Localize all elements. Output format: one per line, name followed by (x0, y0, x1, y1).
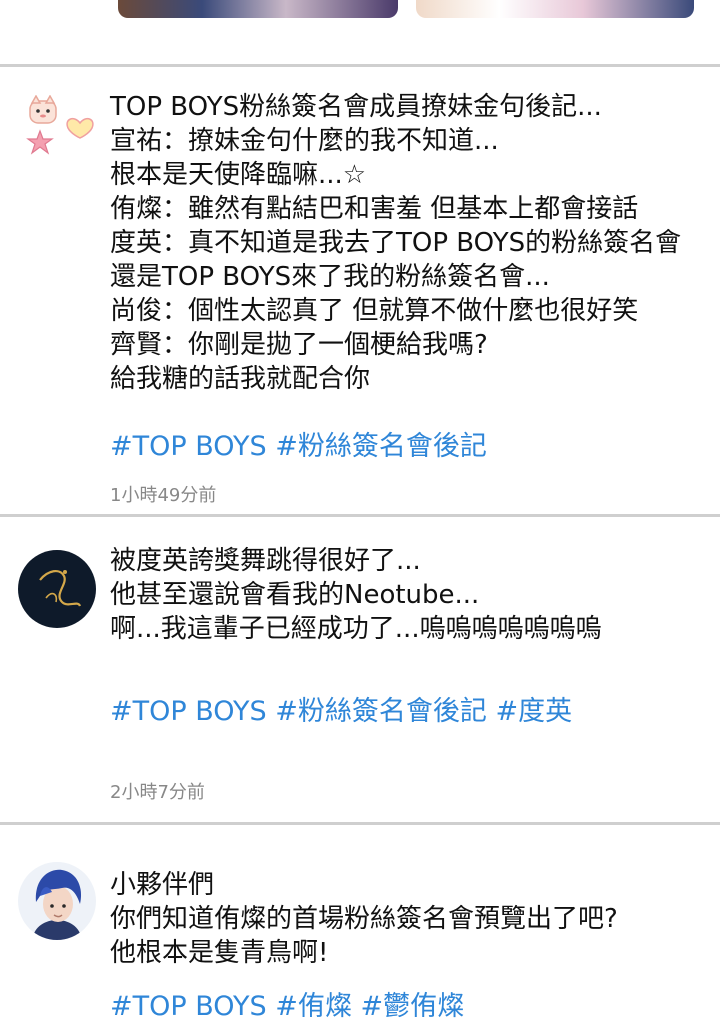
hashtag-list: #TOP BOYS #粉絲簽名會後記 #度英 (110, 695, 720, 729)
timestamp: 1小時49分前 (110, 485, 217, 506)
hashtag[interactable]: #TOP BOYS (110, 696, 267, 727)
previous-post-images (0, 0, 720, 62)
post-text: 小夥伴們 你們知道侑燦的首場粉絲簽名會預覽出了吧? 他根本是隻青鳥啊! (110, 870, 618, 968)
hashtag-list: #TOP BOYS #侑燦 #鬱侑燦 (110, 990, 720, 1024)
post-divider (0, 64, 720, 67)
cat-heart-star-sticker-icon (26, 95, 94, 155)
post-divider (0, 822, 720, 825)
previous-post-image-1[interactable] (118, 0, 398, 18)
post-divider (0, 514, 720, 517)
dark-avatar[interactable] (18, 550, 96, 628)
timestamp: 2小時7分前 (110, 782, 205, 803)
character-avatar[interactable] (18, 862, 96, 940)
post-text: TOP BOYS粉絲簽名會成員撩妹金句後記... 宣祐：撩妹金句什麼的我不知道.… (110, 92, 682, 394)
hashtag[interactable]: #粉絲簽名會後記 (275, 431, 487, 462)
gold-line-art-icon (39, 570, 82, 607)
hashtag[interactable]: #粉絲簽名會後記 (275, 696, 487, 727)
hashtag[interactable]: #鬱侑燦 (361, 991, 465, 1022)
hashtag[interactable]: #TOP BOYS (110, 431, 267, 462)
hashtag-list: #TOP BOYS #粉絲簽名會後記 (110, 430, 720, 464)
hashtag[interactable]: #度英 (496, 696, 573, 727)
sticker-avatar[interactable] (18, 95, 96, 173)
hashtag[interactable]: #侑燦 (275, 991, 352, 1022)
blue-haired-character-icon (32, 869, 82, 940)
previous-post-image-2[interactable] (416, 0, 694, 18)
hashtag[interactable]: #TOP BOYS (110, 991, 267, 1022)
post-text: 被度英誇獎舞跳得很好了... 他甚至還說會看我的Neotube... 啊...我… (110, 546, 602, 644)
